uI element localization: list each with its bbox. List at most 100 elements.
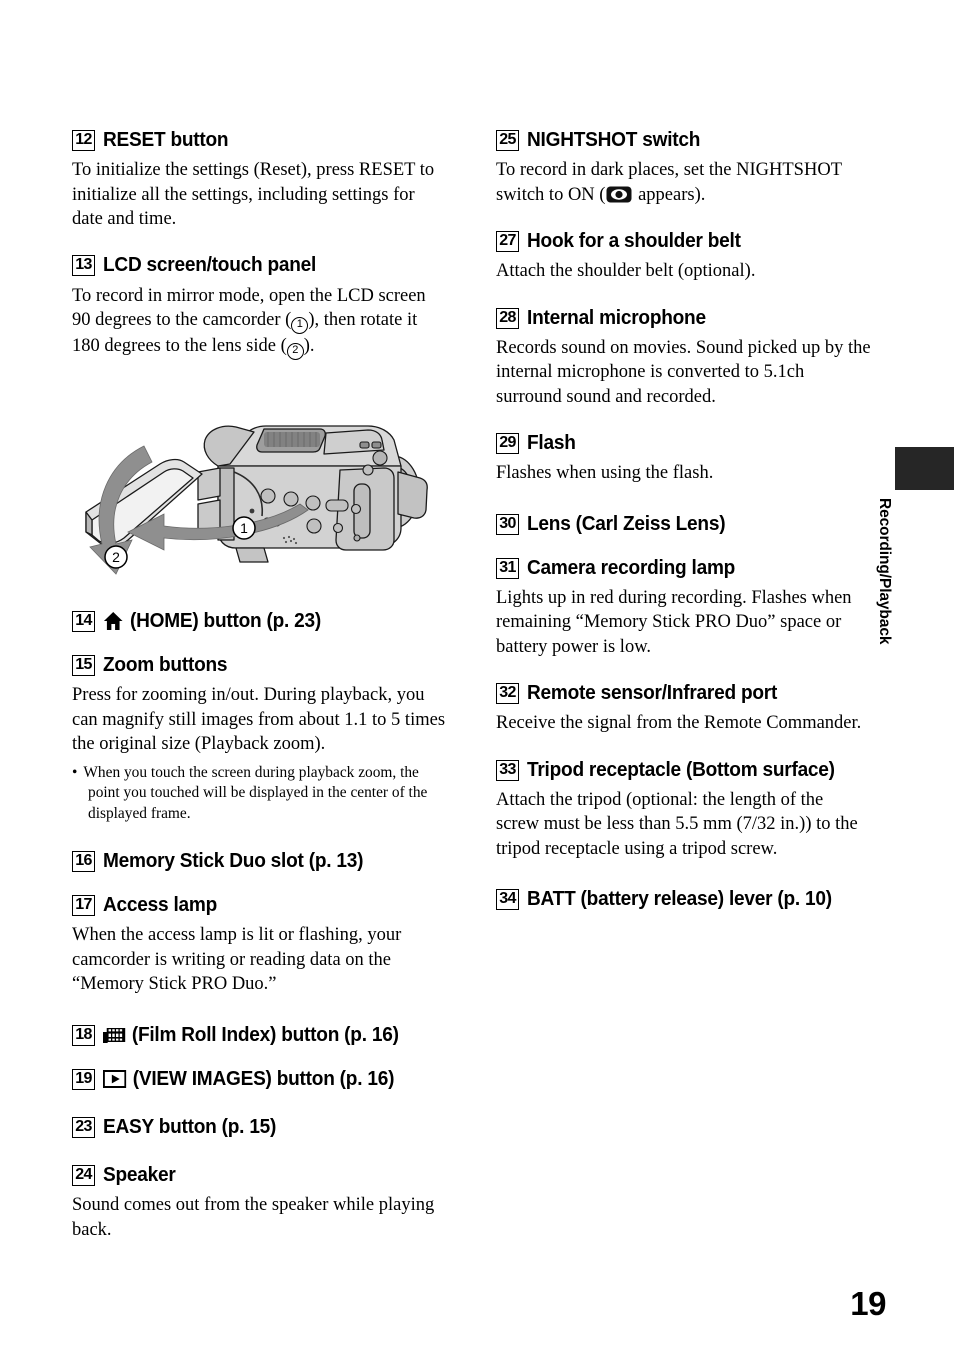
entry-heading: 31 Camera recording lamp [496, 556, 871, 580]
entry-heading: 34 BATT (battery release) lever (p. 10) [496, 887, 871, 911]
entry-batt-release-lever: 34 BATT (battery release) lever (p. 10) [496, 887, 871, 911]
entry-speaker: 24 Speaker Sound comes out from the spea… [72, 1163, 447, 1242]
page-number: 19 [850, 1285, 886, 1322]
entry-title: (VIEW IMAGES) button (p. 16) [132, 1066, 395, 1090]
entry-title: (Film Roll Index) button (p. 16) [131, 1022, 399, 1046]
entry-description: Lights up in red during recording. Flash… [496, 587, 852, 657]
entry-heading: 23 EASY button (p. 15) [72, 1115, 447, 1139]
item-number-badge: 18 [72, 1024, 95, 1046]
entry-heading: 25 NIGHTSHOT switch [496, 128, 871, 152]
circled-number-1: 1 [291, 317, 309, 334]
item-number-badge: 31 [496, 557, 519, 579]
entry-title: Access lamp [103, 893, 218, 917]
entry-heading: 29 Flash [496, 431, 871, 455]
entry-heading: 13 LCD screen/touch panel [72, 253, 447, 277]
entry-access-lamp: 17 Access lamp When the access lamp is l… [72, 893, 447, 996]
entry-memory-stick-duo-slot: 16 Memory Stick Duo slot (p. 13) [72, 849, 447, 873]
entry-description: Attach the shoulder belt (optional). [496, 261, 756, 282]
item-number-badge: 30 [496, 513, 519, 535]
entry-title: Memory Stick Duo slot (p. 13) [103, 848, 364, 872]
entry-title: Internal microphone [527, 305, 706, 329]
entry-note: • When you touch the screen during playba… [72, 763, 447, 825]
entry-reset-button: 12 RESET button To initialize the settin… [72, 128, 447, 231]
item-number-badge: 14 [72, 611, 95, 632]
callout-1-label: 1 [240, 520, 248, 536]
entry-description: Press for zooming in/out. During playbac… [72, 685, 446, 755]
entry-title: Flash [527, 431, 576, 454]
item-number-badge: 34 [496, 889, 519, 911]
entry-heading: 30 Lens (Carl Zeiss Lens) [496, 512, 871, 536]
entry-title: (HOME) button (p. 23) [129, 609, 321, 632]
item-number-badge: 24 [72, 1165, 95, 1187]
entry-nightshot-switch: 25 NIGHTSHOT switch To record in dark pl… [496, 128, 871, 207]
entry-description: Receive the signal from the Remote Comma… [496, 713, 862, 734]
entry-heading: 19 (VIEW IMAGES) button (p. 16) [72, 1067, 447, 1091]
entry-description: Flashes when using the flash. [496, 463, 714, 484]
item-number-badge: 12 [72, 130, 95, 151]
item-number-badge: 28 [496, 307, 519, 329]
item-number-badge: 16 [72, 850, 95, 872]
entry-heading: 28 Internal microphone [496, 306, 871, 330]
left-column: 12 RESET button To initialize the settin… [72, 128, 447, 1264]
entry-heading: 14 (HOME) button (p. 23) [72, 609, 447, 633]
description-part-2: appears). [633, 184, 706, 205]
entry-description: Records sound on movies. Sound picked up… [496, 337, 871, 407]
entry-title: BATT (battery release) lever (p. 10) [527, 887, 832, 911]
entry-description: To record in mirror mode, open the LCD s… [72, 284, 447, 360]
entry-shoulder-belt-hook: 27 Hook for a shoulder belt Attach the s… [496, 229, 871, 284]
lcd-rotation-illustration: 1 2 [68, 380, 443, 595]
entry-title: EASY button (p. 15) [103, 1114, 277, 1138]
entry-title-group: (Film Roll Index) button (p. 16) [103, 1023, 423, 1047]
entry-heading: 33 Tripod receptacle (Bottom surface) [496, 758, 871, 782]
entry-title: LCD screen/touch panel [103, 253, 317, 277]
entry-heading: 18 (Film Roll Index) button (p. 16) [72, 1023, 447, 1047]
section-tab-label: Recording/Playback [876, 498, 893, 645]
entry-description: To record in dark places, set the NIGHTS… [496, 158, 871, 207]
entry-heading: 15 Zoom buttons [72, 653, 447, 677]
entry-title-group: (VIEW IMAGES) button (p. 16) [103, 1067, 423, 1091]
entry-description: Sound comes out from the speaker while p… [72, 1195, 435, 1240]
item-number-badge: 32 [496, 683, 519, 705]
entry-lcd-screen-touch-panel: 13 LCD screen/touch panel To record in m… [72, 253, 447, 360]
section-tab-marker [895, 447, 954, 490]
item-number-badge: 15 [72, 655, 95, 677]
entry-camera-recording-lamp: 31 Camera recording lamp Lights up in re… [496, 556, 871, 659]
item-number-badge: 19 [72, 1068, 95, 1090]
entry-description: Attach the tripod (optional: the length … [496, 789, 858, 859]
film-roll-index-icon [103, 1026, 126, 1044]
entry-film-roll-index-button: 18 (Film Roll Index) button (p. 16) [72, 1023, 447, 1047]
entry-heading: 24 Speaker [72, 1163, 447, 1187]
entry-title: Speaker [103, 1163, 176, 1187]
home-icon [103, 611, 123, 631]
entry-remote-sensor-infrared-port: 32 Remote sensor/Infrared port Receive t… [496, 681, 871, 736]
entry-heading: 16 Memory Stick Duo slot (p. 13) [72, 849, 447, 873]
entry-title: Tripod receptacle (Bottom surface) [527, 757, 835, 781]
item-number-badge: 27 [496, 231, 519, 252]
note-bullet: • [72, 763, 78, 781]
right-column: 25 NIGHTSHOT switch To record in dark pl… [496, 128, 871, 917]
entry-title: NIGHTSHOT switch [527, 128, 701, 151]
entry-heading: 32 Remote sensor/Infrared port [496, 681, 871, 705]
entry-heading: 17 Access lamp [72, 893, 447, 917]
nightshot-icon [606, 186, 632, 203]
manual-page: 12 RESET button To initialize the settin… [0, 0, 954, 1357]
entry-internal-microphone: 28 Internal microphone Records sound on … [496, 306, 871, 409]
entry-zoom-buttons: 15 Zoom buttons Press for zooming in/out… [72, 653, 447, 825]
entry-heading: 12 RESET button [72, 128, 447, 152]
entry-title-group: (HOME) button (p. 23) [103, 609, 423, 633]
entry-description: To initialize the settings (Reset), pres… [72, 160, 435, 229]
circled-number-2: 2 [286, 343, 304, 360]
entry-view-images-button: 19 (VIEW IMAGES) button (p. 16) [72, 1067, 447, 1091]
entry-title: RESET button [103, 128, 229, 151]
entry-description: When the access lamp is lit or flashing,… [72, 925, 402, 995]
view-images-icon [103, 1069, 127, 1088]
note-text: When you touch the screen during playbac… [83, 763, 428, 823]
entry-title: Remote sensor/Infrared port [527, 681, 778, 705]
description-part-3: ). [303, 336, 315, 356]
entry-title: Camera recording lamp [527, 555, 736, 579]
entry-heading: 27 Hook for a shoulder belt [496, 229, 871, 253]
item-number-badge: 17 [72, 895, 95, 917]
entry-title: Lens (Carl Zeiss Lens) [527, 511, 726, 535]
entry-lens: 30 Lens (Carl Zeiss Lens) [496, 512, 871, 536]
entry-title: Hook for a shoulder belt [527, 229, 741, 252]
